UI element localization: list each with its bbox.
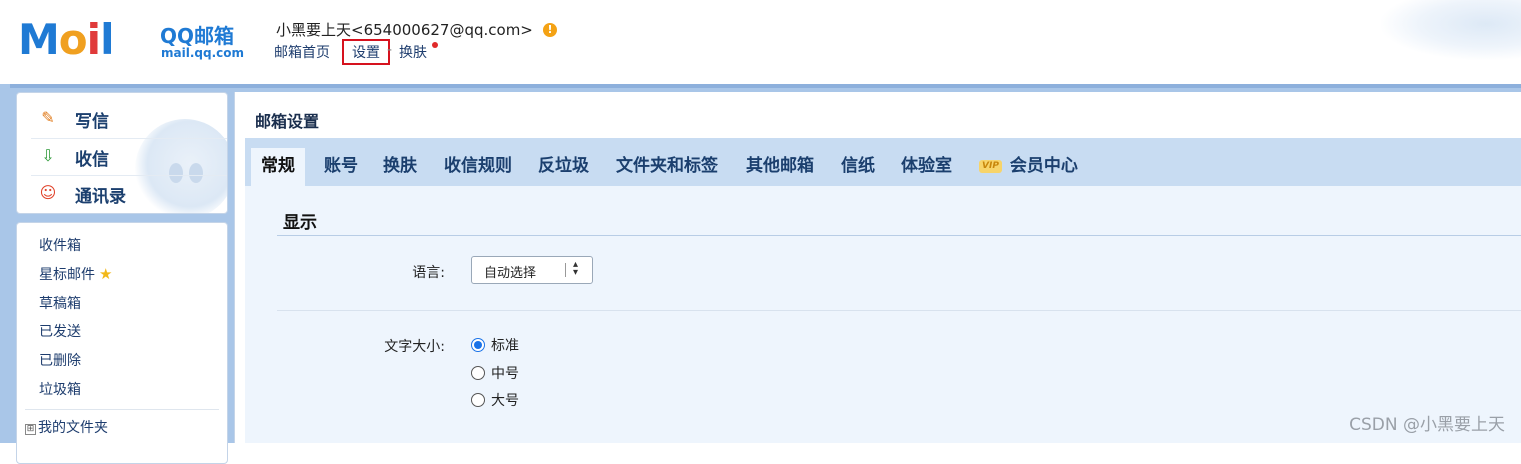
font-size-standard-radio[interactable]: 标准 xyxy=(471,335,519,355)
compose-icon: ✎ xyxy=(41,108,55,127)
compose-label: 写信 xyxy=(75,112,109,132)
folder-deleted[interactable]: 已删除 xyxy=(39,350,81,370)
tab-vip-center[interactable]: VIP 会员中心 xyxy=(979,148,1078,186)
user-account-line: 小黑要上天<654000627@qq.com> xyxy=(276,21,533,39)
section-divider xyxy=(277,235,1521,236)
folder-starred[interactable]: 星标邮件 ★ xyxy=(39,264,112,284)
mailbox-home-link[interactable]: 邮箱首页 xyxy=(274,42,330,62)
header-cloud-decoration xyxy=(1381,0,1521,60)
tab-account[interactable]: 账号 xyxy=(324,148,358,186)
font-size-large-radio[interactable]: 大号 xyxy=(471,390,519,410)
qq-mail-logo[interactable]: Moil QQ邮箱 mail.qq.com xyxy=(18,18,258,66)
font-size-standard-label: 标准 xyxy=(491,338,519,354)
settings-link[interactable]: 设置 xyxy=(342,39,390,65)
select-divider xyxy=(565,263,566,277)
star-icon: ★ xyxy=(99,265,113,283)
tab-mail-rules[interactable]: 收信规则 xyxy=(444,148,512,186)
tab-vip-center-label: 会员中心 xyxy=(1009,156,1078,176)
warning-icon[interactable]: ! xyxy=(543,23,557,37)
folder-list-panel: 收件箱 星标邮件 ★ 草稿箱 已发送 已删除 垃圾箱 ⊞ 我的文件夹 xyxy=(16,222,228,464)
select-arrows-icon: ▴ ▾ xyxy=(573,259,579,278)
language-select[interactable]: 自动选择 ▴ ▾ xyxy=(471,256,593,284)
tab-stationery[interactable]: 信纸 xyxy=(841,148,875,186)
csdn-watermark: CSDN @小黑要上天 xyxy=(1349,415,1505,435)
folder-inbox[interactable]: 收件箱 xyxy=(39,235,81,255)
section-title-display: 显示 xyxy=(283,213,317,233)
new-indicator-dot xyxy=(432,42,438,48)
my-folders-toggle[interactable]: ⊞ 我的文件夹 xyxy=(25,417,108,437)
quick-actions-panel: ✎ 写信 ⇩ 收信 ☺ 通讯录 xyxy=(16,92,228,214)
font-size-medium-radio[interactable]: 中号 xyxy=(471,363,519,383)
language-select-value: 自动选择 xyxy=(484,266,537,281)
top-header: Moil QQ邮箱 mail.qq.com 小黑要上天<654000627@qq… xyxy=(0,0,1521,86)
receive-icon: ⇩ xyxy=(41,146,55,165)
tab-folders-labels[interactable]: 文件夹和标签 xyxy=(616,148,718,186)
tab-skin[interactable]: 换肤 xyxy=(383,148,417,186)
folder-divider xyxy=(25,409,219,410)
folder-spam[interactable]: 垃圾箱 xyxy=(39,379,81,399)
radio-unchecked-icon xyxy=(471,393,485,407)
font-size-label: 文字大小: xyxy=(384,339,445,355)
page-title: 邮箱设置 xyxy=(255,112,320,131)
language-label: 语言: xyxy=(412,265,445,281)
folder-sent[interactable]: 已发送 xyxy=(39,321,81,341)
settings-content: 显示 语言: 自动选择 ▴ ▾ 文字大小: 标准 中号 大号 xyxy=(245,186,1521,443)
my-folders-label: 我的文件夹 xyxy=(38,420,108,436)
font-size-medium-label: 中号 xyxy=(491,366,519,382)
receive-label: 收信 xyxy=(75,150,109,170)
tab-other-mailboxes[interactable]: 其他邮箱 xyxy=(746,148,814,186)
expand-plus-icon: ⊞ xyxy=(25,424,36,435)
tab-anti-spam[interactable]: 反垃圾 xyxy=(538,148,589,186)
folder-drafts[interactable]: 草稿箱 xyxy=(39,293,81,313)
row-divider xyxy=(277,310,1521,311)
contacts-button[interactable]: ☺ 通讯录 xyxy=(31,175,227,210)
tab-general[interactable]: 常规 xyxy=(251,148,305,186)
logo-wordmark: Moil xyxy=(18,15,115,64)
settings-main-panel: 邮箱设置 常规 账号 换肤 收信规则 反垃圾 文件夹和标签 其他邮箱 信纸 体验… xyxy=(234,92,1521,443)
radio-checked-icon xyxy=(471,338,485,352)
logo-qq-label: QQ邮箱 xyxy=(160,24,235,48)
contacts-label: 通讯录 xyxy=(75,187,126,207)
link-separator: - xyxy=(387,42,393,58)
receive-button[interactable]: ⇩ 收信 xyxy=(31,138,227,173)
frame-top-strip xyxy=(10,84,1521,88)
compose-button[interactable]: ✎ 写信 xyxy=(31,101,227,135)
folder-starred-label: 星标邮件 xyxy=(39,267,95,283)
tab-lab[interactable]: 体验室 xyxy=(901,148,952,186)
settings-tab-bar: 常规 账号 换肤 收信规则 反垃圾 文件夹和标签 其他邮箱 信纸 体验室 VIP… xyxy=(245,138,1521,186)
logo-domain: mail.qq.com xyxy=(161,46,244,60)
radio-unchecked-icon xyxy=(471,366,485,380)
font-size-large-label: 大号 xyxy=(491,393,519,409)
vip-icon: VIP xyxy=(979,160,1002,173)
contacts-icon: ☺ xyxy=(39,183,57,202)
change-skin-link[interactable]: 换肤 xyxy=(399,42,427,62)
